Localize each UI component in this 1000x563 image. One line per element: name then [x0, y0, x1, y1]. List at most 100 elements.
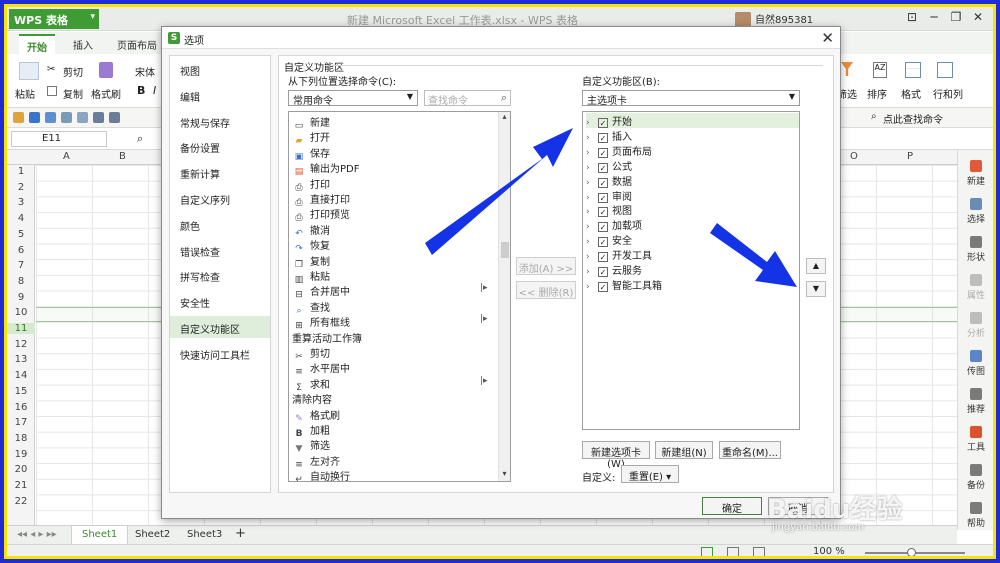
ribbon-tab-node[interactable]: › ✓ 审阅: [586, 188, 799, 203]
row-header[interactable]: 13: [7, 354, 35, 365]
tab-checkbox[interactable]: ✓: [598, 177, 608, 188]
nav-item[interactable]: 安全性: [170, 290, 270, 312]
side-panel-item[interactable]: 属性: [958, 274, 993, 301]
nav-item[interactable]: 编辑: [170, 84, 270, 106]
commands-list[interactable]: ↵ 自动换行 ≡ 左对齐 ▼ 筛选 B 加粗 ✎ 格式刷 清除内容 Σ 求和 |▸ ≡ 水平居中 ✂ 剪切 重算活动…: [288, 111, 511, 482]
tab-checkbox[interactable]: ✓: [598, 147, 608, 158]
print-preview-icon[interactable]: [77, 112, 88, 123]
column-header[interactable]: O: [850, 151, 858, 162]
nav-item[interactable]: 颜色: [170, 213, 270, 235]
side-panel-item[interactable]: 选择: [958, 198, 993, 225]
ribbon-tabs-tree[interactable]: › ✓ 开始 › ✓ 插入 › ✓ 页面布局 › ✓ 公式 › ✓ 数据 › ✓ 审阅 › ✓ 视图 › ✓ 加载项 › ✓ 安全 ›…: [582, 111, 800, 430]
row-header[interactable]: 11: [7, 323, 35, 334]
side-panel-item[interactable]: 分析: [958, 312, 993, 339]
rename-button[interactable]: 重命名(M)...: [719, 441, 781, 459]
command-item[interactable]: ▣ 保存: [292, 145, 492, 162]
expand-icon[interactable]: ›: [586, 163, 598, 173]
tab-insert[interactable]: 插入: [73, 37, 93, 52]
save-icon[interactable]: [29, 112, 40, 123]
row-header[interactable]: 8: [7, 276, 35, 287]
side-panel-item[interactable]: 推荐: [958, 388, 993, 415]
command-item[interactable]: ⌕ 查找: [292, 299, 492, 316]
print-icon[interactable]: [61, 112, 72, 123]
column-header[interactable]: B: [119, 151, 126, 162]
remove-button[interactable]: << 删除(R): [516, 281, 576, 299]
command-item[interactable]: ❐ 复制: [292, 253, 492, 270]
expand-icon[interactable]: ›: [586, 237, 598, 247]
ok-button[interactable]: 确定: [702, 497, 762, 515]
row-header[interactable]: 22: [7, 496, 35, 507]
row-header[interactable]: 3: [7, 197, 35, 208]
rows-columns-button[interactable]: 行和列: [933, 86, 963, 101]
expand-icon[interactable]: ›: [586, 133, 598, 143]
format-button[interactable]: 格式: [901, 86, 921, 101]
ribbon-tab-node[interactable]: › ✓ 插入: [586, 128, 799, 143]
expand-icon[interactable]: ›: [586, 178, 598, 188]
command-header[interactable]: 清除内容: [292, 391, 492, 406]
ribbon-tab-node[interactable]: › ✓ 开发工具: [586, 247, 799, 263]
side-panel-item[interactable]: 工具: [958, 426, 993, 453]
command-search-link[interactable]: 点此查找命令: [883, 111, 943, 126]
paste-button[interactable]: 粘贴: [15, 86, 35, 101]
ribbon-tab-node[interactable]: › ✓ 页面布局: [586, 143, 799, 158]
command-item[interactable]: ▤ 输出为PDF: [292, 160, 492, 177]
tab-page-layout[interactable]: 页面布局: [117, 37, 157, 52]
expand-icon[interactable]: ›: [586, 193, 598, 203]
ribbon-tab-node[interactable]: › ✓ 开始: [586, 113, 799, 128]
command-item[interactable]: ⊟ 合并居中 |▸: [292, 283, 492, 300]
open-folder-icon[interactable]: [13, 112, 24, 123]
scroll-down-icon[interactable]: ▾: [499, 469, 510, 481]
row-header[interactable]: 4: [7, 213, 35, 224]
command-item[interactable]: ↵ 自动换行: [292, 468, 492, 481]
row-header[interactable]: 10: [7, 307, 35, 318]
command-item[interactable]: ▥ 粘贴: [292, 268, 492, 285]
name-box[interactable]: E11: [11, 131, 107, 147]
nav-item[interactable]: 重新计算: [170, 161, 270, 183]
nav-item[interactable]: 自定义功能区: [170, 316, 270, 338]
commands-scrollbar[interactable]: ▴ ▾: [498, 112, 510, 481]
new-group-button[interactable]: 新建组(N): [655, 441, 713, 459]
command-item[interactable]: ≡ 水平居中: [292, 360, 492, 377]
nav-item[interactable]: 错误检查: [170, 239, 270, 261]
row-header[interactable]: 16: [7, 402, 35, 413]
format-painter-button[interactable]: 格式刷: [91, 86, 121, 101]
row-header[interactable]: 21: [7, 480, 35, 491]
move-down-button[interactable]: ▼: [806, 281, 826, 297]
nav-item[interactable]: 常规与保存: [170, 110, 270, 132]
command-item[interactable]: ✎ 格式刷: [292, 407, 492, 424]
tab-checkbox[interactable]: ✓: [598, 192, 608, 203]
side-panel-item[interactable]: 新建: [958, 160, 993, 187]
sheet-nav-arrows[interactable]: ◂◂ ◂ ▸ ▸▸: [17, 529, 57, 540]
sheet-tab-sheet1[interactable]: Sheet1: [71, 526, 129, 545]
ribbon-tab-node[interactable]: › ✓ 智能工具箱: [586, 277, 799, 292]
column-header[interactable]: A: [63, 151, 70, 162]
tab-checkbox[interactable]: ✓: [598, 222, 608, 233]
row-header[interactable]: 5: [7, 229, 35, 240]
row-header[interactable]: 1: [7, 166, 35, 177]
row-header[interactable]: 2: [7, 182, 35, 193]
zoom-magnifier-icon[interactable]: ⌕: [137, 132, 143, 146]
expand-icon[interactable]: ›: [586, 267, 598, 277]
expand-icon[interactable]: ›: [586, 118, 598, 128]
close-icon[interactable]: ✕: [821, 29, 834, 47]
restore-icon[interactable]: ❐: [946, 10, 966, 28]
row-header[interactable]: 7: [7, 260, 35, 271]
zoom-slider-handle[interactable]: [907, 548, 916, 556]
command-item[interactable]: ⎙ 打印预览: [292, 206, 492, 223]
skin-icon[interactable]: ⊡: [902, 10, 922, 28]
choose-commands-dropdown[interactable]: 常用命令 ▼: [288, 90, 418, 107]
tab-checkbox[interactable]: ✓: [598, 118, 608, 128]
bold-button[interactable]: B: [137, 84, 145, 97]
row-header[interactable]: 20: [7, 464, 35, 475]
add-button[interactable]: 添加(A) >>: [516, 257, 576, 275]
expand-icon[interactable]: ›: [586, 252, 598, 262]
side-panel-item[interactable]: 传图: [958, 350, 993, 377]
paste-icon[interactable]: [19, 62, 39, 80]
ribbon-tab-node[interactable]: › ✓ 云服务: [586, 262, 799, 277]
command-item[interactable]: ▭ 新建: [292, 114, 492, 131]
sheet-tab-sheet3[interactable]: Sheet3: [187, 529, 222, 540]
tab-checkbox[interactable]: ✓: [598, 267, 608, 277]
ribbon-tab-node[interactable]: › ✓ 数据: [586, 173, 799, 188]
side-panel-item[interactable]: 帮助: [958, 502, 993, 529]
ribbon-tab-node[interactable]: › ✓ 安全: [586, 232, 799, 248]
